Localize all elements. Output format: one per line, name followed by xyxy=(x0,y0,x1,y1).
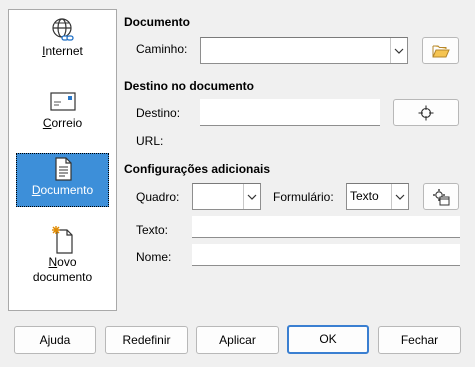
frame-label: Quadro: xyxy=(136,190,180,204)
name-input[interactable] xyxy=(192,244,460,266)
frame-combobox[interactable] xyxy=(192,183,261,210)
sidebar-item-label: Documento xyxy=(31,183,94,197)
target-label: Destino: xyxy=(136,106,181,120)
sidebar-item-documento[interactable]: Documento xyxy=(9,153,116,207)
help-button[interactable]: Ajuda xyxy=(14,326,96,354)
text-label: Texto: xyxy=(136,223,169,237)
ok-button[interactable]: OK xyxy=(287,325,369,354)
open-file-button[interactable] xyxy=(422,37,459,64)
sidebar-item-label: Correio xyxy=(42,116,83,130)
form-label: Formulário: xyxy=(273,190,334,204)
target-heading: Destino no documento xyxy=(124,79,254,93)
close-button[interactable]: Fechar xyxy=(378,326,461,354)
crosshair-icon xyxy=(418,105,434,120)
chevron-down-icon[interactable] xyxy=(390,38,407,63)
envelope-icon xyxy=(49,92,76,111)
path-label: Caminho: xyxy=(136,42,188,56)
document-icon xyxy=(54,157,72,181)
new-document-icon xyxy=(51,226,73,254)
chevron-down-icon[interactable] xyxy=(243,184,260,209)
chevron-down-icon[interactable] xyxy=(391,184,408,209)
sidebar-item-label-line2: documento xyxy=(32,270,93,284)
apply-button[interactable]: Aplicar xyxy=(196,326,279,354)
sidebar-item-novo-documento[interactable]: Novo documento xyxy=(9,225,116,285)
form-select[interactable]: Texto xyxy=(346,183,409,210)
sidebar-item-correio[interactable]: Correio xyxy=(9,88,116,131)
sidebar-item-label: Internet xyxy=(42,44,83,58)
events-button[interactable] xyxy=(423,183,459,210)
gear-window-icon xyxy=(433,188,450,205)
additional-settings-heading: Configurações adicionais xyxy=(124,162,271,176)
sidebar-item-internet[interactable]: Internet xyxy=(9,16,116,59)
target-in-document-button[interactable] xyxy=(393,99,459,126)
text-input[interactable] xyxy=(192,216,460,238)
target-input[interactable] xyxy=(200,99,380,126)
form-value: Texto xyxy=(350,189,379,203)
reset-button[interactable]: Redefinir xyxy=(105,326,188,354)
sidebar-item-label: Novo xyxy=(48,255,77,269)
document-heading: Documento xyxy=(124,15,190,29)
path-combobox[interactable] xyxy=(200,37,408,64)
hyperlink-type-sidebar: Internet Correio Documento Novo document… xyxy=(8,9,117,311)
url-label: URL: xyxy=(136,134,164,148)
name-label: Nome: xyxy=(136,250,172,264)
globe-link-icon xyxy=(51,18,74,41)
folder-open-icon xyxy=(432,45,450,57)
